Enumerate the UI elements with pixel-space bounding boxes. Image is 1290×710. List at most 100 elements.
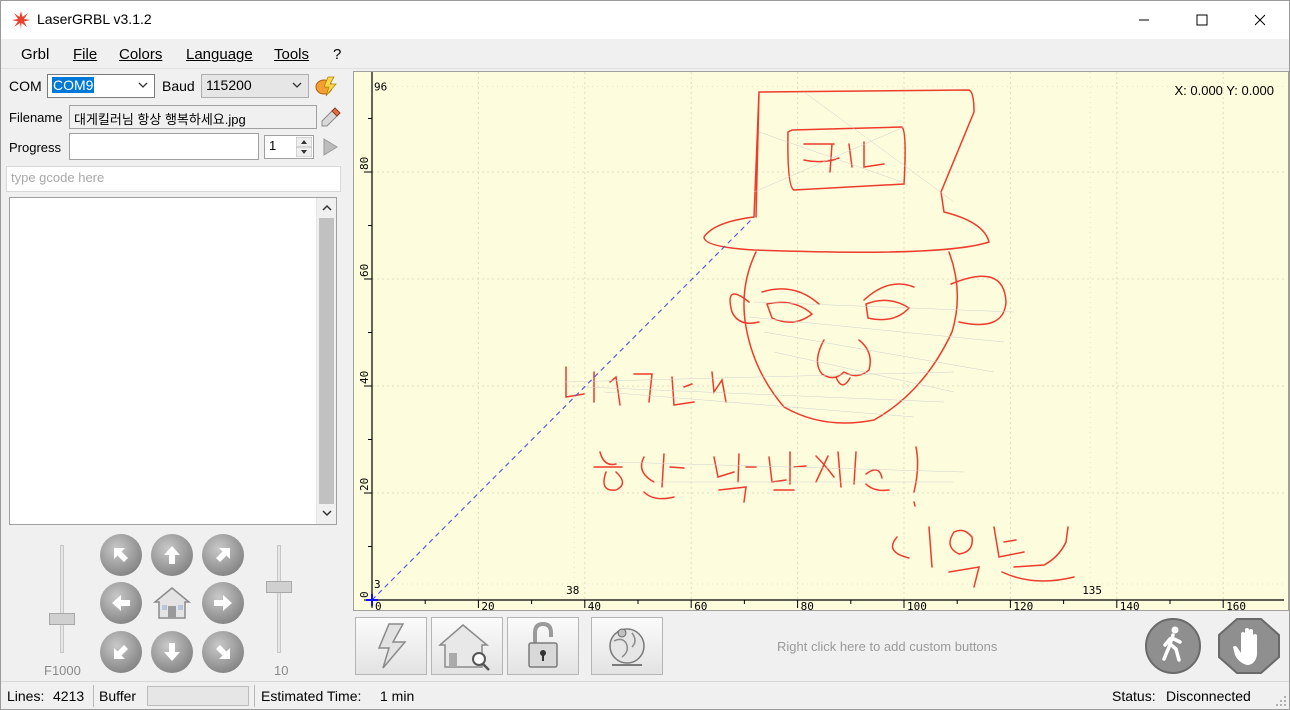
menu-language[interactable]: Language bbox=[186, 46, 253, 63]
y-tick-label: 60 bbox=[358, 264, 371, 277]
travel-paths bbox=[563, 91, 1015, 483]
x-tick-label: 120 bbox=[1013, 600, 1033, 611]
scroll-thumb[interactable] bbox=[319, 218, 334, 504]
feed-slider-knob[interactable] bbox=[49, 613, 75, 625]
gcode-placeholder: type gcode here bbox=[11, 170, 105, 185]
menu-bar: Grbl File Colors Language Tools ? bbox=[1, 39, 1289, 69]
x-bound-label: 38 bbox=[566, 584, 579, 597]
jog-down-left-button[interactable] bbox=[100, 631, 142, 673]
scroll-down-icon[interactable] bbox=[321, 508, 333, 518]
step-slider-knob[interactable] bbox=[266, 581, 292, 593]
arrow-left-icon bbox=[112, 595, 130, 611]
x-tick-label: 60 bbox=[694, 600, 707, 611]
abort-walk-button[interactable] bbox=[1137, 617, 1209, 675]
connect-icon[interactable] bbox=[314, 75, 338, 97]
x-tick-label: 140 bbox=[1120, 600, 1140, 611]
minimize-button[interactable] bbox=[1115, 1, 1173, 39]
estimated-time-label: Estimated Time: bbox=[261, 688, 362, 704]
menu-help[interactable]: ? bbox=[333, 46, 341, 63]
chevron-down-icon bbox=[138, 82, 148, 88]
filename-label: Filename bbox=[9, 110, 63, 125]
y-bound-label: 3 bbox=[374, 578, 381, 591]
x-tick-label: 20 bbox=[481, 600, 494, 611]
estimated-time-value: 1 min bbox=[380, 688, 415, 704]
homing-button[interactable] bbox=[431, 617, 503, 675]
maximize-button[interactable] bbox=[1173, 1, 1231, 39]
menu-file[interactable]: File bbox=[73, 46, 97, 63]
status-separator bbox=[93, 685, 94, 707]
custom-buttons-hint[interactable]: Right click here to add custom buttons bbox=[777, 639, 997, 654]
jog-right-button[interactable] bbox=[202, 582, 244, 624]
arrow-down-icon bbox=[164, 643, 180, 661]
arrow-right-icon bbox=[214, 595, 232, 611]
x-tick-label: 100 bbox=[907, 600, 927, 611]
resize-grip-icon[interactable] bbox=[1275, 695, 1287, 707]
status-bar: Lines: 4213 Buffer Estimated Time: 1 min… bbox=[1, 681, 1289, 709]
gcode-input[interactable]: type gcode here bbox=[6, 166, 341, 192]
status-label: Status: bbox=[1112, 688, 1156, 704]
arrow-down-left-icon bbox=[114, 645, 128, 659]
x-tick-label: 40 bbox=[588, 600, 601, 611]
home-search-icon bbox=[437, 624, 490, 671]
arrow-up-right-icon bbox=[216, 548, 230, 562]
jog-down-right-button[interactable] bbox=[202, 631, 244, 673]
set-origin-button[interactable] bbox=[591, 617, 663, 675]
globe-pin-icon bbox=[609, 628, 645, 666]
preview-grid bbox=[372, 72, 1284, 600]
control-panel: COM COM9 Baud 115200 Filename 대게킬러님 항상 행… bbox=[1, 69, 347, 681]
preview-axes bbox=[371, 72, 1284, 607]
y-tick-label: 20 bbox=[358, 478, 371, 491]
console-scrollbar[interactable] bbox=[316, 198, 336, 524]
run-icon[interactable] bbox=[321, 137, 339, 157]
baud-rate-select[interactable]: 115200 bbox=[201, 74, 309, 98]
arrow-up-left-icon bbox=[114, 548, 128, 562]
jog-down-button[interactable] bbox=[151, 631, 193, 673]
y-tick-label: 0 bbox=[358, 591, 371, 598]
minimize-icon bbox=[1139, 19, 1149, 21]
jog-up-button[interactable] bbox=[151, 534, 193, 576]
lightning-icon bbox=[377, 623, 407, 669]
main-window: LaserGRBL v3.1.2 Grbl File Colors Langua… bbox=[0, 0, 1290, 710]
x-tick-label: 0 bbox=[375, 600, 382, 611]
filename-field: 대게킬러님 항상 행복하세요.jpg bbox=[69, 105, 317, 129]
feed-slider-track bbox=[60, 545, 64, 653]
unlock-button[interactable] bbox=[507, 617, 579, 675]
close-button[interactable] bbox=[1231, 1, 1289, 39]
jog-home-button[interactable] bbox=[151, 582, 193, 624]
buffer-label: Buffer bbox=[99, 688, 137, 704]
menu-colors[interactable]: Colors bbox=[119, 46, 162, 63]
arrow-down-right-icon bbox=[216, 645, 230, 659]
close-icon bbox=[1254, 14, 1266, 26]
com-port-value: COM9 bbox=[52, 77, 95, 93]
y-tick-label: 40 bbox=[358, 371, 371, 384]
menu-tools[interactable]: Tools bbox=[274, 46, 309, 63]
lines-count: 4213 bbox=[53, 688, 85, 704]
walking-person-icon bbox=[1145, 618, 1201, 674]
chevron-down-icon bbox=[292, 82, 302, 88]
title-bar[interactable]: LaserGRBL v3.1.2 bbox=[1, 1, 1289, 39]
progress-bar bbox=[69, 133, 259, 160]
scroll-up-icon[interactable] bbox=[321, 203, 333, 213]
passes-stepper[interactable]: 1 bbox=[264, 135, 314, 159]
laser-drawing bbox=[565, 89, 1075, 588]
reset-button[interactable] bbox=[355, 617, 427, 675]
stepper-arrows-icon[interactable] bbox=[296, 137, 312, 157]
unlock-icon bbox=[528, 621, 558, 668]
step-size-slider[interactable] bbox=[264, 545, 294, 653]
feed-rate-slider[interactable] bbox=[47, 545, 77, 653]
coordinates-readout: X: 0.000 Y: 0.000 bbox=[1174, 83, 1274, 98]
menu-grbl[interactable]: Grbl bbox=[21, 46, 49, 63]
jog-left-button[interactable] bbox=[100, 582, 142, 624]
y-tick-label: 80 bbox=[358, 157, 371, 170]
axis-labels: 0 20 40 60 80 100 120 140 160 0 20 40 60 80 38 135 3 96 bbox=[358, 80, 1246, 611]
y-bound-label: 96 bbox=[374, 80, 387, 93]
jog-up-right-button[interactable] bbox=[202, 534, 244, 576]
home-icon bbox=[152, 587, 192, 619]
emergency-stop-button[interactable] bbox=[1213, 617, 1285, 675]
gcode-preview[interactable]: 0 20 40 60 80 100 120 140 160 0 20 40 60 80 38 135 3 96 X… bbox=[353, 71, 1289, 611]
open-file-icon[interactable] bbox=[319, 107, 341, 127]
com-port-select[interactable]: COM9 bbox=[47, 74, 155, 98]
console-log[interactable] bbox=[9, 197, 337, 525]
app-logo-icon bbox=[12, 11, 30, 29]
jog-up-left-button[interactable] bbox=[100, 534, 142, 576]
